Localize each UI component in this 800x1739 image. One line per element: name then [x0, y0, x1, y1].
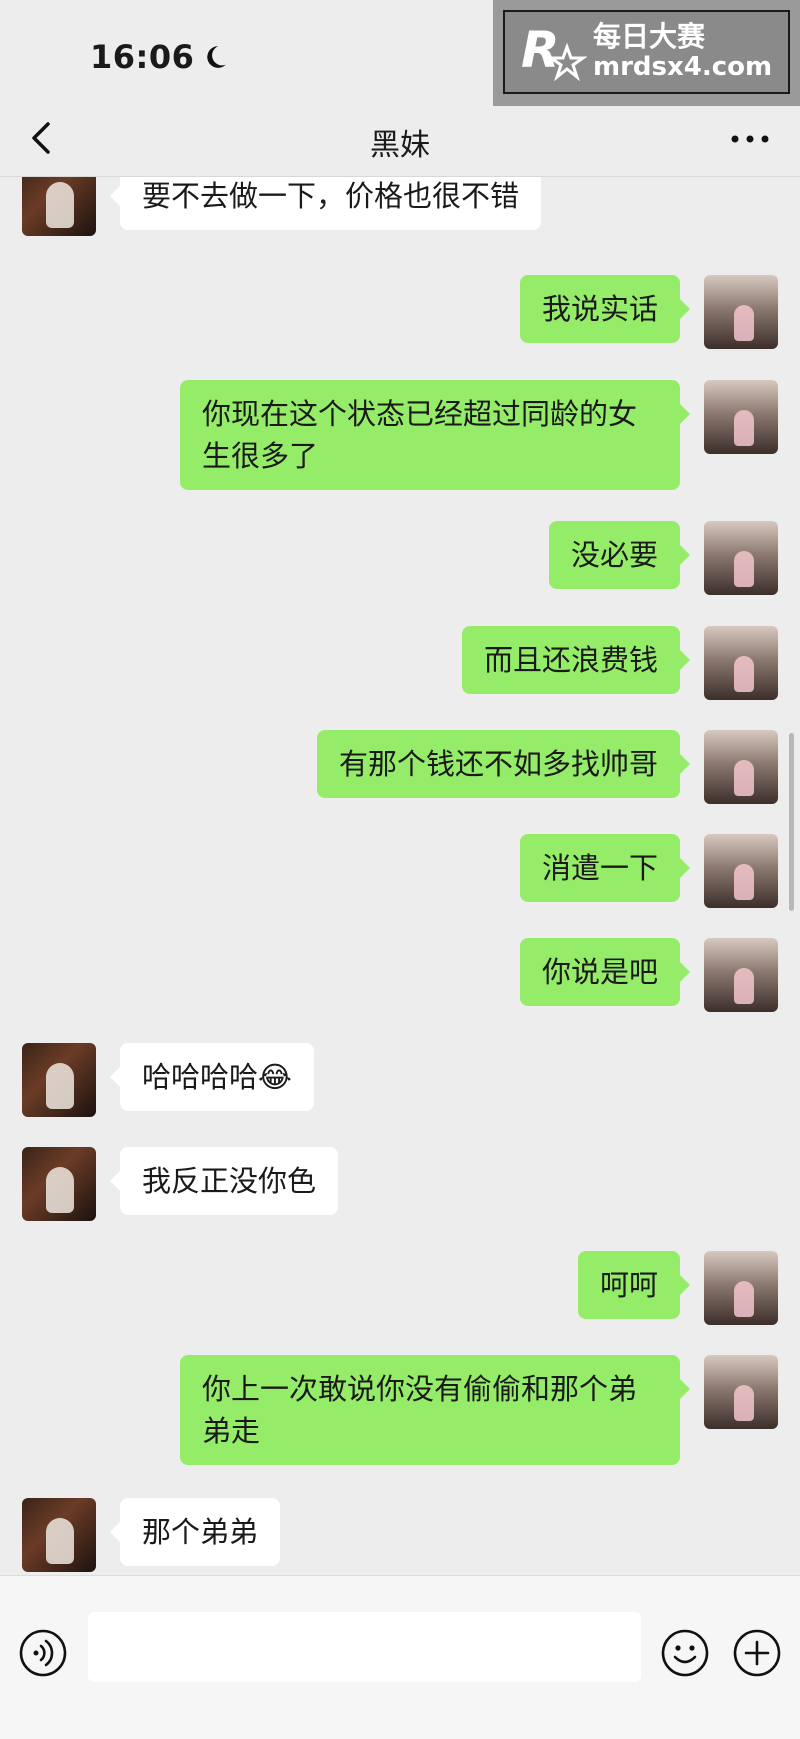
message-bubble[interactable]: 要不去做一下，价格也很不错 — [109, 177, 542, 230]
message-bubble[interactable]: 哈哈哈哈😂 — [110, 1043, 314, 1111]
message-bubble[interactable]: 没必要 — [548, 521, 691, 589]
self-avatar[interactable] — [704, 521, 778, 595]
watermark-url: mrdsx4.com — [593, 52, 773, 83]
message-bubble[interactable]: 有那个钱还不如多找帅哥 — [316, 730, 691, 798]
self-avatar[interactable] — [704, 938, 778, 1012]
status-bar: 16:06 — [90, 38, 228, 76]
contact-avatar[interactable] — [22, 177, 96, 236]
message-bubble[interactable]: 你现在这个状态已经超过同龄的女 生很多了 — [180, 380, 690, 490]
chat-title: 黑妹 — [370, 128, 430, 163]
self-avatar[interactable] — [704, 1251, 778, 1325]
self-avatar[interactable] — [704, 834, 778, 908]
input-bar — [0, 1575, 800, 1739]
watermark-logo-letter: R — [521, 21, 560, 79]
message-bubble[interactable]: 而且还浪费钱 — [461, 626, 691, 694]
plus-icon[interactable] — [732, 1628, 782, 1678]
scrollbar[interactable] — [789, 733, 794, 911]
message-bubble[interactable]: 呵呵 — [577, 1251, 691, 1319]
self-avatar[interactable] — [704, 730, 778, 804]
status-time: 16:06 — [90, 38, 195, 76]
message-bubble[interactable]: 我反正没你色 — [109, 1147, 339, 1215]
emoji-icon[interactable] — [660, 1628, 710, 1678]
self-avatar[interactable] — [704, 626, 778, 700]
message-list[interactable]: 要不去做一下，价格也很不错 我说实话 你现在这个状态已经超过同龄的女 生很多了 … — [0, 177, 800, 1575]
watermark-title: 每日大赛 — [593, 19, 706, 53]
contact-avatar[interactable] — [22, 1498, 96, 1572]
ellipsis-icon[interactable] — [730, 134, 770, 144]
watermark-logo: R — [517, 17, 588, 87]
self-avatar[interactable] — [704, 380, 778, 454]
message-bubble[interactable]: 你上一次敢说你没有偷偷和那个弟 弟走 — [180, 1355, 690, 1465]
self-avatar[interactable] — [704, 275, 778, 349]
message-bubble[interactable]: 消遣一下 — [519, 834, 691, 902]
voice-icon[interactable] — [18, 1628, 68, 1678]
message-bubble[interactable]: 那个弟弟 — [109, 1498, 281, 1566]
contact-avatar[interactable] — [22, 1147, 96, 1221]
message-bubble[interactable]: 我说实话 — [519, 275, 691, 343]
contact-avatar[interactable] — [22, 1043, 96, 1117]
message-bubble[interactable]: 你说是吧 — [519, 938, 691, 1006]
message-input[interactable] — [88, 1612, 641, 1682]
watermark: R 每日大赛 mrdsx4.com — [493, 0, 800, 106]
self-avatar[interactable] — [704, 1355, 778, 1429]
moon-icon — [207, 46, 227, 68]
